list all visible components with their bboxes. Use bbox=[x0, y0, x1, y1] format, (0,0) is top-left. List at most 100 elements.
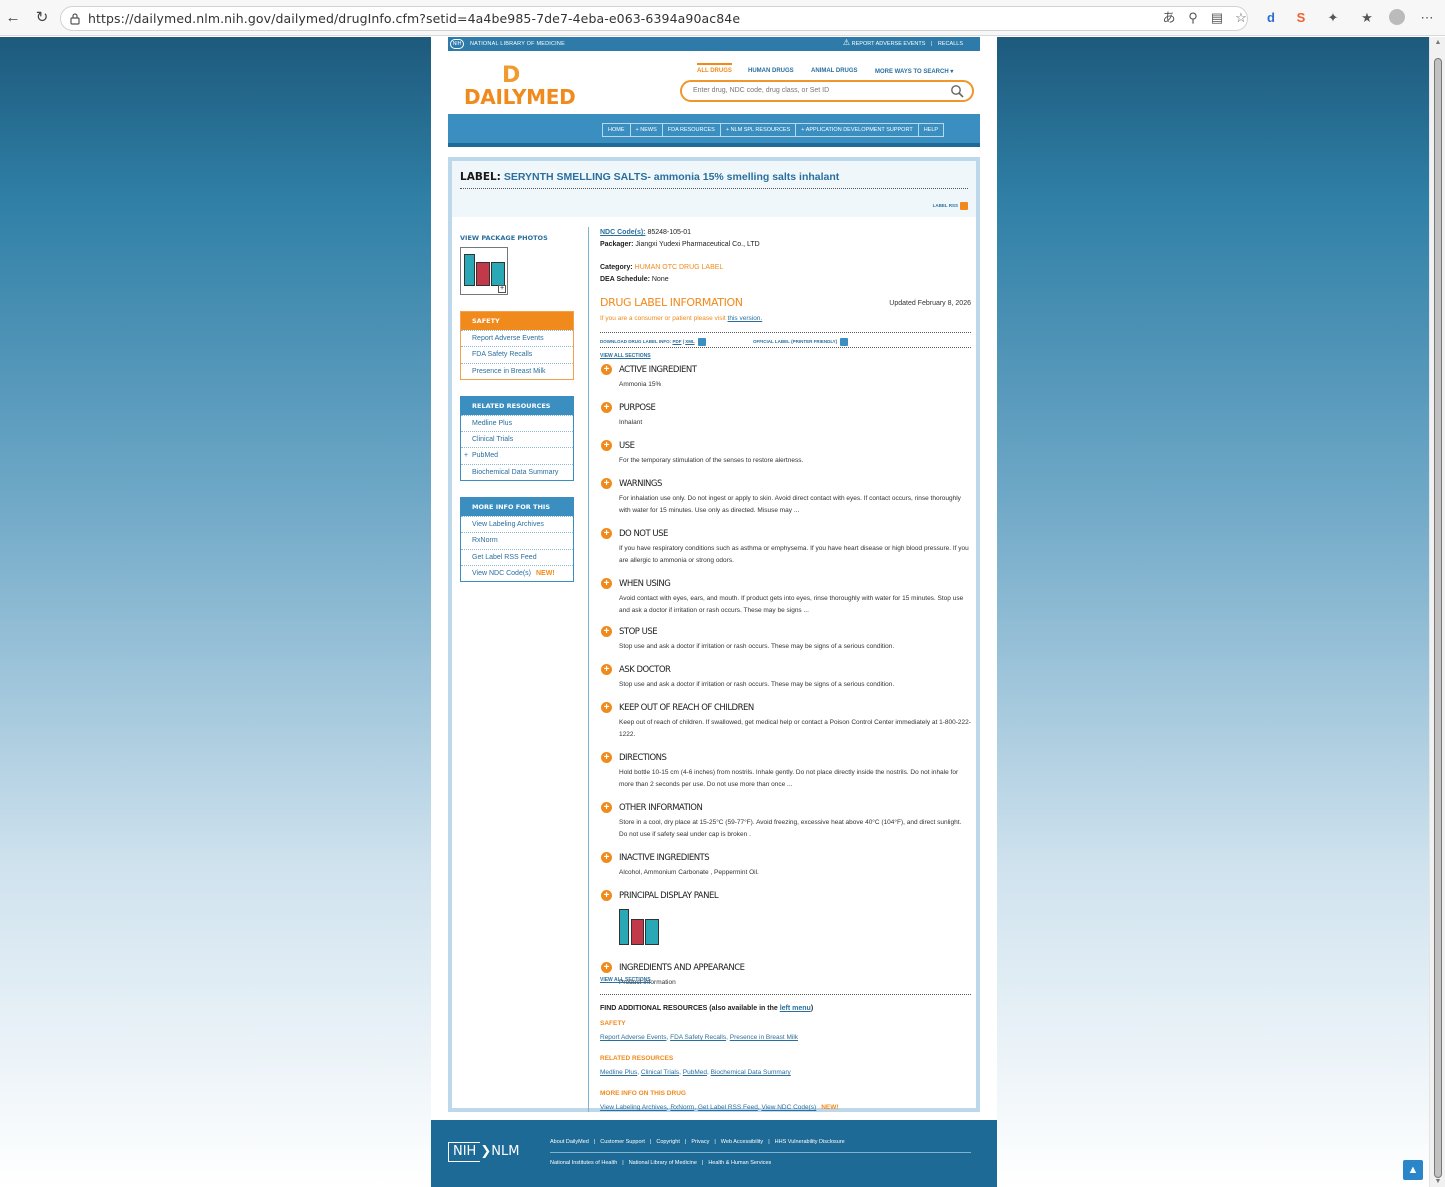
ndc-codes-link[interactable]: NDC Code(s): bbox=[600, 229, 646, 236]
search-icon[interactable] bbox=[950, 84, 964, 98]
nlm-label[interactable]: NATIONAL LIBRARY OF MEDICINE bbox=[470, 41, 565, 47]
footer-link[interactable]: Web Accessibility bbox=[721, 1139, 763, 1145]
package-photo-thumbnail[interactable]: + bbox=[460, 247, 508, 295]
section-heading[interactable]: DIRECTIONS bbox=[619, 751, 971, 765]
resource-link[interactable]: Biochemical Data Summary bbox=[711, 1069, 791, 1076]
rss-icon[interactable] bbox=[697, 338, 706, 346]
reload-icon[interactable]: ↻ bbox=[33, 9, 51, 27]
sidebar-item-medline-plus[interactable]: Medline Plus bbox=[461, 414, 573, 431]
expand-section-icon[interactable]: + bbox=[601, 478, 612, 489]
extensions-puzzle-icon[interactable]: ✦ bbox=[1324, 9, 1342, 27]
section-heading[interactable]: STOP USE bbox=[619, 625, 971, 639]
scrollbar[interactable]: ▲ ▼ bbox=[1429, 37, 1445, 1187]
extension-s-icon[interactable]: S bbox=[1292, 9, 1310, 27]
report-adverse-events-link[interactable]: REPORT ADVERSE EVENTS bbox=[852, 41, 926, 47]
consumer-version-link[interactable]: this version. bbox=[728, 315, 763, 322]
recalls-link[interactable]: RECALLS bbox=[938, 41, 963, 47]
sidebar-item-ndc-codes[interactable]: View NDC Code(s) NEW! bbox=[461, 564, 573, 581]
scrollbar-thumb[interactable] bbox=[1434, 58, 1442, 1178]
footer-link[interactable]: About DailyMed bbox=[550, 1139, 589, 1145]
section-heading[interactable]: PURPOSE bbox=[619, 401, 971, 415]
nav-app-dev-support[interactable]: + APPLICATION DEVELOPMENT SUPPORT bbox=[796, 124, 919, 136]
sidebar-item-report-adverse-events[interactable]: Report Adverse Events bbox=[461, 330, 573, 346]
footer-link[interactable]: Health & Human Services bbox=[708, 1160, 771, 1166]
principal-display-panel-image[interactable] bbox=[619, 907, 667, 951]
section-heading[interactable]: PRINCIPAL DISPLAY PANEL bbox=[619, 889, 971, 903]
official-label-link[interactable]: OFFICIAL LABEL (PRINTER FRIENDLY) bbox=[753, 338, 849, 346]
sidebar-item-breast-milk[interactable]: Presence in Breast Milk bbox=[461, 362, 573, 379]
expand-section-icon[interactable]: + bbox=[601, 578, 612, 589]
section-heading[interactable]: KEEP OUT OF REACH OF CHILDREN bbox=[619, 701, 971, 715]
section-heading[interactable]: ASK DOCTOR bbox=[619, 663, 971, 677]
profile-avatar-icon[interactable] bbox=[1388, 9, 1406, 27]
scroll-up-icon[interactable]: ▲ bbox=[1434, 39, 1442, 46]
resource-link[interactable]: PubMed bbox=[683, 1069, 707, 1076]
back-to-top-button[interactable]: ▲ bbox=[1403, 1160, 1423, 1180]
extension-d-icon[interactable]: d bbox=[1262, 9, 1280, 27]
resource-link[interactable]: Clinical Trials bbox=[641, 1069, 679, 1076]
search-input[interactable]: Enter drug, NDC code, drug class, or Set… bbox=[693, 87, 829, 94]
sidebar-item-rss-feed[interactable]: Get Label RSS Feed bbox=[461, 548, 573, 565]
tab-all-drugs[interactable]: ALL DRUGS bbox=[697, 63, 732, 74]
resource-link[interactable]: Presence in Breast Milk bbox=[730, 1034, 798, 1041]
tab-human-drugs[interactable]: HUMAN DRUGS bbox=[748, 68, 794, 74]
search-box[interactable]: Enter drug, NDC code, drug class, or Set… bbox=[680, 80, 974, 102]
expand-section-icon[interactable]: + bbox=[601, 664, 612, 675]
favorite-star-icon[interactable]: ☆ bbox=[1232, 9, 1250, 27]
section-heading[interactable]: INGREDIENTS AND APPEARANCE bbox=[619, 961, 971, 975]
nih-badge[interactable]: NIH bbox=[450, 39, 464, 49]
section-heading[interactable]: DO NOT USE bbox=[619, 527, 971, 541]
tab-animal-drugs[interactable]: ANIMAL DRUGS bbox=[811, 68, 858, 74]
nav-fda-resources[interactable]: FDA RESOURCES bbox=[663, 124, 721, 136]
tab-more-ways-to-search[interactable]: MORE WAYS TO SEARCH ▾ bbox=[875, 68, 953, 75]
footer-link[interactable]: Copyright bbox=[656, 1139, 680, 1145]
favorites-icon[interactable]: ★ bbox=[1358, 9, 1376, 27]
footer-link[interactable]: Customer Support bbox=[600, 1139, 645, 1145]
address-bar[interactable]: https://dailymed.nlm.nih.gov/dailymed/dr… bbox=[60, 6, 1248, 31]
footer-link[interactable]: National Library of Medicine bbox=[629, 1160, 697, 1166]
nav-news[interactable]: + NEWS bbox=[631, 124, 663, 136]
expand-section-icon[interactable]: + bbox=[601, 890, 612, 901]
view-all-sections-link[interactable]: VIEW ALL SECTIONS bbox=[600, 353, 971, 359]
label-rss-link[interactable]: LABEL RSS bbox=[933, 202, 968, 210]
expand-section-icon[interactable]: + bbox=[601, 440, 612, 451]
expand-section-icon[interactable]: + bbox=[601, 702, 612, 713]
sidebar-item-rxnorm[interactable]: RxNorm bbox=[461, 532, 573, 548]
view-package-photos-link[interactable]: VIEW PACKAGE PHOTOS bbox=[460, 234, 574, 242]
expand-section-icon[interactable]: + bbox=[601, 852, 612, 863]
site-info-icon[interactable] bbox=[69, 12, 81, 25]
expand-section-icon[interactable]: + bbox=[601, 402, 612, 413]
resource-link[interactable]: FDA Safety Recalls bbox=[670, 1034, 726, 1041]
section-heading[interactable]: WARNINGS bbox=[619, 477, 971, 491]
expand-icon[interactable]: + bbox=[464, 448, 468, 463]
resource-link[interactable]: Get Label RSS Feed bbox=[698, 1104, 758, 1111]
resource-link[interactable]: Medline Plus bbox=[600, 1069, 637, 1076]
footer-link[interactable]: National Institutes of Health bbox=[550, 1160, 617, 1166]
resource-link[interactable]: View Labeling Archives bbox=[600, 1104, 667, 1111]
section-heading[interactable]: WHEN USING bbox=[619, 577, 971, 591]
xml-link[interactable]: XML bbox=[685, 339, 694, 344]
resource-link[interactable]: RxNorm bbox=[670, 1104, 694, 1111]
sidebar-item-labeling-archives[interactable]: View Labeling Archives bbox=[461, 516, 573, 532]
expand-section-icon[interactable]: + bbox=[601, 528, 612, 539]
pdf-link[interactable]: PDF bbox=[672, 339, 681, 344]
expand-section-icon[interactable]: + bbox=[601, 626, 612, 637]
section-heading[interactable]: ACTIVE INGREDIENT bbox=[619, 363, 971, 377]
enlarge-icon[interactable]: + bbox=[498, 285, 506, 293]
resource-link[interactable]: View NDC Code(s) bbox=[761, 1104, 816, 1111]
sidebar-item-biochemical-data[interactable]: Biochemical Data Summary bbox=[461, 463, 573, 480]
scroll-down-icon[interactable]: ▼ bbox=[1434, 1178, 1442, 1185]
expand-section-icon[interactable]: + bbox=[601, 802, 612, 813]
resource-link[interactable]: Report Adverse Events bbox=[600, 1034, 666, 1041]
dailymed-logo[interactable]: D DAILYMED bbox=[464, 63, 576, 109]
reader-icon[interactable]: ▤ bbox=[1208, 9, 1226, 27]
expand-section-icon[interactable]: + bbox=[601, 962, 612, 973]
back-icon[interactable]: ← bbox=[4, 9, 22, 27]
section-heading[interactable]: USE bbox=[619, 439, 971, 453]
nih-nlm-logo[interactable]: NIH ❯NLM bbox=[448, 1142, 519, 1164]
view-all-sections-link-bottom[interactable]: VIEW ALL SECTIONS bbox=[600, 977, 971, 983]
nav-help[interactable]: HELP bbox=[919, 124, 943, 136]
section-heading[interactable]: OTHER INFORMATION bbox=[619, 801, 971, 815]
footer-link[interactable]: Privacy bbox=[691, 1139, 709, 1145]
translate-icon[interactable]: あ bbox=[1160, 9, 1178, 27]
